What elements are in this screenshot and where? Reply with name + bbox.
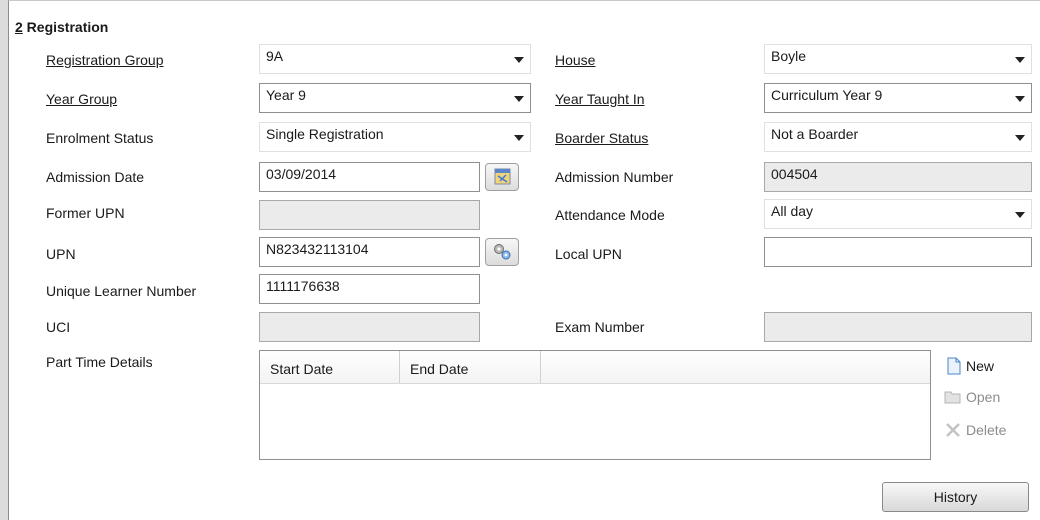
uln-label: Unique Learner Number <box>46 283 197 299</box>
attendance-mode-label: Attendance Mode <box>555 207 665 223</box>
new-label: New <box>966 358 995 374</box>
column-empty <box>541 351 930 383</box>
x-icon <box>946 423 960 437</box>
registration-panel: 2 Registration Registration Group 9A Hou… <box>8 0 1040 520</box>
former-upn-label: Former UPN <box>46 205 125 221</box>
grid-header: Start Date End Date <box>260 351 930 384</box>
uln-input[interactable]: 1111176638 <box>259 274 480 304</box>
registration-group-value: 9A <box>266 48 284 64</box>
enrolment-status-value: Single Registration <box>266 126 384 142</box>
upn-label: UPN <box>46 246 76 262</box>
chevron-down-icon <box>1015 57 1025 63</box>
history-button[interactable]: History <box>882 482 1029 512</box>
section-title: 2 Registration <box>15 19 108 35</box>
chevron-down-icon <box>1015 96 1025 102</box>
date-picker-button[interactable] <box>485 163 519 191</box>
year-taught-in-select[interactable]: Curriculum Year 9 <box>764 83 1032 113</box>
admission-date-label: Admission Date <box>46 169 145 185</box>
boarder-status-select[interactable]: Not a Boarder <box>764 122 1032 152</box>
enrolment-status-select[interactable]: Single Registration <box>259 122 531 152</box>
house-label[interactable]: House <box>555 52 595 68</box>
boarder-status-value: Not a Boarder <box>771 126 859 142</box>
former-upn-field <box>259 200 480 230</box>
admission-number-label: Admission Number <box>555 169 674 185</box>
document-icon <box>947 357 961 375</box>
chevron-down-icon <box>514 57 524 63</box>
part-time-grid[interactable]: Start Date End Date <box>259 350 931 460</box>
delete-button[interactable]: Delete <box>944 422 1006 438</box>
local-upn-input[interactable] <box>764 237 1032 267</box>
open-button[interactable]: Open <box>944 389 1000 405</box>
exam-number-label: Exam Number <box>555 319 645 335</box>
chevron-down-icon <box>1015 212 1025 218</box>
year-taught-in-label[interactable]: Year Taught In <box>555 91 645 107</box>
year-taught-in-value: Curriculum Year 9 <box>771 87 883 103</box>
section-number: 2 <box>15 19 23 35</box>
house-value: Boyle <box>771 48 807 64</box>
column-end-date[interactable]: End Date <box>400 351 541 383</box>
column-start-date[interactable]: Start Date <box>260 351 400 383</box>
year-group-label[interactable]: Year Group <box>46 91 117 107</box>
delete-label: Delete <box>966 422 1007 438</box>
attendance-mode-value: All day <box>771 203 814 219</box>
attendance-mode-select[interactable]: All day <box>764 199 1032 229</box>
uci-label: UCI <box>46 319 71 335</box>
year-group-value: Year 9 <box>266 87 306 103</box>
gears-icon <box>494 244 511 260</box>
local-upn-label: Local UPN <box>555 246 622 262</box>
admission-number-field: 004504 <box>764 162 1032 192</box>
folder-icon <box>944 391 961 404</box>
chevron-down-icon <box>514 135 524 141</box>
year-group-select[interactable]: Year 9 <box>259 83 531 113</box>
boarder-status-label[interactable]: Boarder Status <box>555 130 648 146</box>
registration-group-label[interactable]: Registration Group <box>46 52 164 68</box>
uci-field <box>259 312 480 342</box>
calendar-icon <box>494 168 511 185</box>
part-time-details-label: Part Time Details <box>46 354 153 370</box>
chevron-down-icon <box>1015 135 1025 141</box>
new-button[interactable]: New <box>946 357 994 375</box>
upn-input[interactable]: N823432113104 <box>259 237 480 267</box>
exam-number-field <box>764 312 1032 342</box>
section-title-text: Registration <box>22 19 109 35</box>
house-select[interactable]: Boyle <box>764 44 1032 74</box>
generate-upn-button[interactable] <box>485 238 519 266</box>
open-label: Open <box>966 389 1001 405</box>
enrolment-status-label: Enrolment Status <box>46 130 154 146</box>
chevron-down-icon <box>514 96 524 102</box>
registration-group-select[interactable]: 9A <box>259 44 531 74</box>
admission-date-input[interactable]: 03/09/2014 <box>259 162 480 192</box>
